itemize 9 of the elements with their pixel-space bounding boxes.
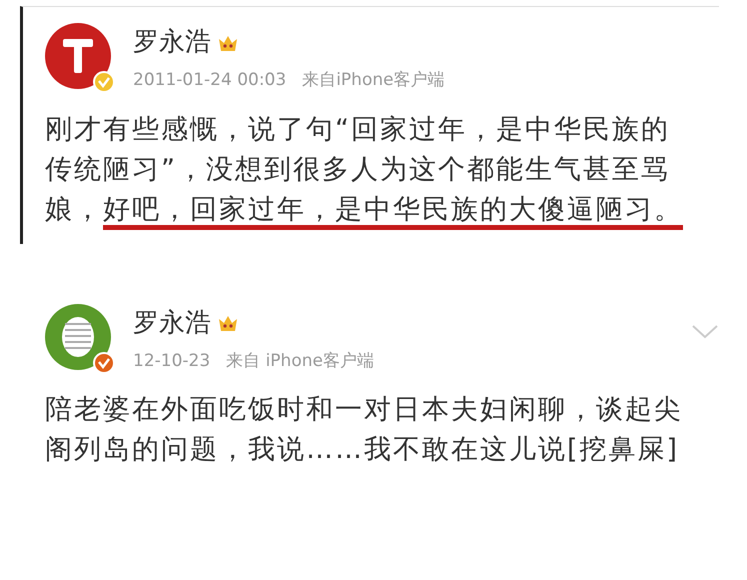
post-text: 陪老婆在外面吃饭时和一对日本夫妇闲聊，谈起尖阁列岛的问题，我说……我不敢在这儿说[挖鼻屎] [45, 393, 684, 467]
post-source: 来自iPhone客户端 [302, 69, 445, 92]
post-time: 12-10-23 [133, 350, 210, 372]
post-time: 2011-01-24 00:03 [133, 69, 286, 92]
post-text: 刚才有些感慨，说了句“回家过年，是中华民族的传统陋习”，没想到很多人为这个都能生气甚至骂娘，好吧，回家过年，是中华民族的大傻逼陋习。 [45, 110, 695, 230]
chevron-down-icon[interactable] [691, 324, 719, 340]
post-source: 来自 iPhone客户端 [226, 350, 374, 372]
user-name[interactable]: 罗永浩 [133, 23, 211, 62]
user-name[interactable]: 罗永浩 [133, 304, 211, 342]
